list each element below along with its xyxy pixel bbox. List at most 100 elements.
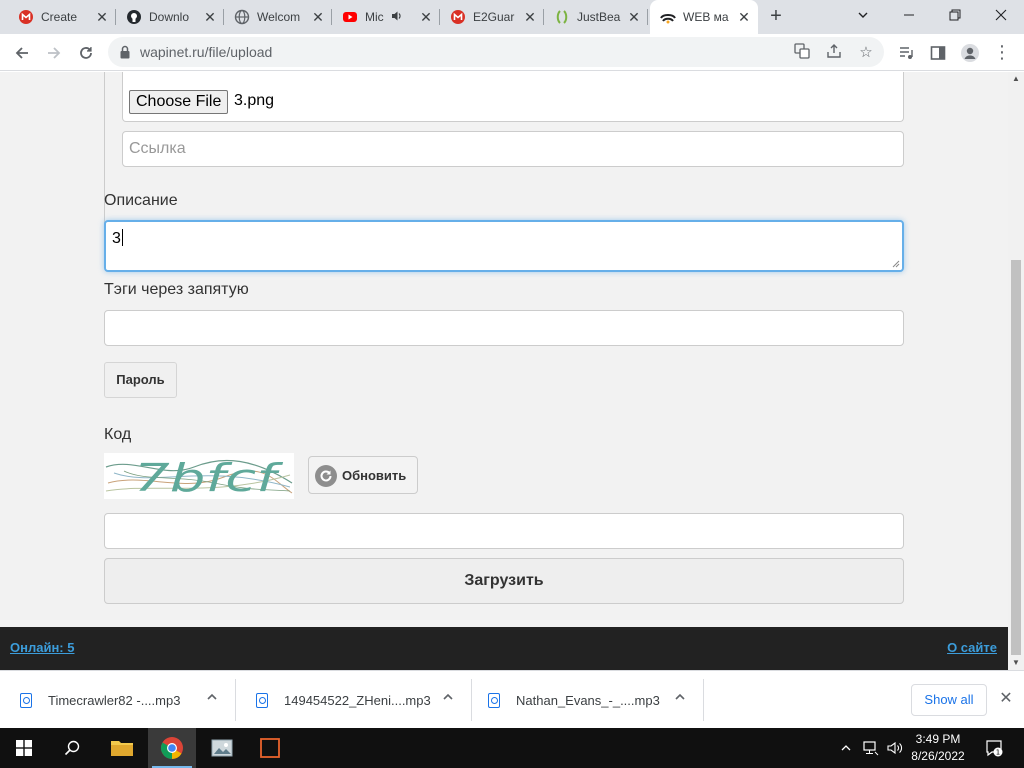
tab-e2guar[interactable]: E2Guar ✕ <box>440 0 544 34</box>
site-footer: Онлайн: 5 О сайте <box>0 627 1008 670</box>
text-caret <box>121 229 123 246</box>
tab-downlo[interactable]: Downlo ✕ <box>116 0 224 34</box>
back-icon[interactable] <box>8 38 36 66</box>
upload-submit-button[interactable]: Загрузить <box>104 558 904 604</box>
page-scrollbar[interactable]: ▲ ▼ <box>1008 72 1024 670</box>
chevron-up-icon[interactable] <box>440 690 456 706</box>
scroll-down-icon[interactable]: ▼ <box>1008 656 1024 670</box>
notification-count: 1 <box>996 749 1000 757</box>
justbeat-icon <box>554 9 570 25</box>
code-label: Код <box>104 426 132 443</box>
chrome-icon[interactable] <box>148 728 196 768</box>
clock-date: 8/26/2022 <box>911 749 965 763</box>
choose-file-button[interactable]: Choose File <box>129 90 229 114</box>
close-window-icon[interactable] <box>978 0 1024 30</box>
wapinet-icon <box>660 9 676 25</box>
close-download-bar-icon[interactable]: ✕ <box>996 689 1016 709</box>
audio-file-icon <box>256 693 268 708</box>
online-count-link[interactable]: Онлайн: 5 <box>10 640 74 655</box>
audio-playing-icon[interactable] <box>391 10 403 25</box>
tags-input[interactable] <box>104 310 904 346</box>
reload-icon[interactable] <box>72 38 100 66</box>
download-item[interactable]: Timecrawler82 -....mp3 <box>0 679 236 721</box>
search-icon[interactable] <box>48 728 96 768</box>
tab-title: JustBea <box>577 10 621 24</box>
globe-icon <box>234 9 250 25</box>
forward-icon[interactable] <box>40 38 68 66</box>
download-item[interactable]: 149454522_ZHeni....mp3 <box>236 679 472 721</box>
captcha-text: 7bfcf <box>134 456 284 499</box>
close-tab-icon[interactable]: ✕ <box>202 9 218 25</box>
lock-icon[interactable] <box>120 45 130 59</box>
file-explorer-icon[interactable] <box>98 728 146 768</box>
audio-file-icon <box>488 693 500 708</box>
notification-center-icon[interactable]: 1 <box>980 728 1008 768</box>
download-bar: Timecrawler82 -....mp3 149454522_ZHeni..… <box>0 670 1024 728</box>
restore-icon[interactable] <box>932 0 978 30</box>
chevron-up-icon[interactable] <box>204 690 220 706</box>
file-input-box: Choose File 3.png <box>122 72 904 122</box>
youtube-icon <box>342 9 358 25</box>
side-panel-icon[interactable] <box>924 38 952 66</box>
tab-search-icon[interactable] <box>840 0 886 30</box>
code-input[interactable] <box>104 513 904 549</box>
tab-title: WEB ма <box>683 10 729 24</box>
scroll-up-icon[interactable]: ▲ <box>1008 72 1024 86</box>
windows-taskbar: 3:49 PM 8/26/2022 1 <box>0 728 1024 768</box>
close-tab-icon[interactable]: ✕ <box>522 9 538 25</box>
share-icon[interactable] <box>824 43 844 63</box>
refresh-icon <box>315 465 337 487</box>
bookmark-star-icon[interactable]: ☆ <box>856 43 876 63</box>
gmail-icon <box>450 9 466 25</box>
link-placeholder: Ссылка <box>129 140 186 157</box>
github-icon <box>126 9 142 25</box>
close-tab-icon[interactable]: ✕ <box>418 9 434 25</box>
translate-icon[interactable] <box>792 43 812 63</box>
tab-create[interactable]: Create ✕ <box>8 0 116 34</box>
captcha-image: 7bfcf <box>104 453 294 500</box>
app-square-icon[interactable] <box>246 728 294 768</box>
url-text: wapinet.ru/file/upload <box>140 44 273 60</box>
refresh-captcha-button[interactable]: Обновить <box>308 456 418 494</box>
tab-justbeat[interactable]: JustBea ✕ <box>544 0 648 34</box>
gmail-icon <box>18 9 34 25</box>
download-item[interactable]: Nathan_Evans_-_....mp3 <box>468 679 704 721</box>
link-input[interactable]: Ссылка <box>122 131 904 167</box>
upload-page: Choose File 3.png Ссылка Описание 3 Тэги… <box>0 72 1008 627</box>
system-clock[interactable]: 3:49 PM 8/26/2022 <box>902 731 974 765</box>
chevron-up-icon[interactable] <box>672 690 688 706</box>
description-label: Описание <box>104 192 178 209</box>
password-button[interactable]: Пароль <box>104 362 177 398</box>
start-windows-icon[interactable] <box>0 728 48 768</box>
audio-file-icon <box>20 693 32 708</box>
tab-separator <box>647 9 648 25</box>
network-icon[interactable] <box>860 728 882 768</box>
clock-time: 3:49 PM <box>915 732 961 746</box>
menu-kebab-icon[interactable]: ⋮ <box>988 38 1016 66</box>
chosen-file-name: 3.png <box>234 92 275 109</box>
address-bar[interactable]: wapinet.ru/file/upload ☆ <box>108 37 884 67</box>
close-tab-icon[interactable]: ✕ <box>94 9 110 25</box>
media-control-icon[interactable] <box>892 38 920 66</box>
tags-label: Тэги через запятую <box>104 281 249 298</box>
tab-title: Create <box>41 10 78 24</box>
resize-grip-icon[interactable] <box>892 260 900 268</box>
about-link[interactable]: О сайте <box>947 640 997 655</box>
new-tab-icon[interactable]: + <box>764 5 788 29</box>
show-all-downloads-button[interactable]: Show all <box>911 684 987 716</box>
tab-mic[interactable]: Mic ✕ <box>332 0 440 34</box>
tab-welcome[interactable]: Welcom ✕ <box>224 0 332 34</box>
close-tab-icon[interactable]: ✕ <box>736 9 752 25</box>
close-tab-icon[interactable]: ✕ <box>626 9 642 25</box>
tab-web-active[interactable]: WEB ма ✕ <box>650 0 758 34</box>
tray-expand-chevron-icon[interactable] <box>836 728 856 768</box>
image-app-icon[interactable] <box>198 728 246 768</box>
download-file-name: Timecrawler82 -....mp3 <box>48 693 181 708</box>
minimize-icon[interactable] <box>886 0 932 30</box>
close-tab-icon[interactable]: ✕ <box>310 9 326 25</box>
tab-title: Downlo <box>149 10 190 24</box>
profile-avatar-icon[interactable] <box>956 38 984 66</box>
description-textarea[interactable]: 3 <box>104 220 904 272</box>
browser-toolbar: wapinet.ru/file/upload ☆ ⋮ <box>0 34 1024 71</box>
scrollbar-thumb[interactable] <box>1011 260 1021 655</box>
